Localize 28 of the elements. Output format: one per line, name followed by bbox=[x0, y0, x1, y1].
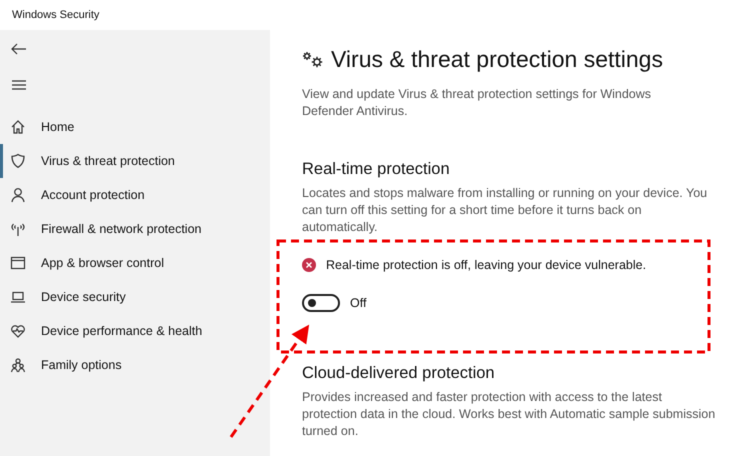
sidebar-item[interactable]: Family options bbox=[0, 348, 270, 382]
section-description: Locates and stops malware from installing or running on your device. You can turn off this setting for a short time before it turns back on automatically. bbox=[302, 185, 708, 236]
heart-icon bbox=[10, 323, 26, 339]
antenna-icon bbox=[10, 221, 26, 237]
sidebar-item[interactable]: Home bbox=[0, 110, 270, 144]
sidebar-item[interactable]: Firewall & network protection bbox=[0, 212, 270, 246]
shield-icon bbox=[10, 153, 26, 169]
gears-icon bbox=[302, 50, 324, 68]
toggle-label: Off bbox=[350, 296, 366, 310]
error-icon bbox=[302, 258, 316, 272]
page-title: Virus & threat protection settings bbox=[331, 46, 663, 73]
people-icon bbox=[10, 357, 26, 373]
sidebar-item[interactable]: Virus & threat protection bbox=[0, 144, 270, 178]
window-title: Windows Security bbox=[12, 9, 100, 21]
home-icon bbox=[10, 119, 26, 135]
person-icon bbox=[10, 187, 26, 203]
section-description: Provides increased and faster protection with access to the latest protection data in the cloud. Works best with Automatic sample submission turned on. bbox=[302, 389, 716, 440]
page-description: View and update Virus & threat protection settings for Windows Defender Antivirus. bbox=[302, 86, 652, 120]
toggle-switch[interactable] bbox=[302, 294, 340, 312]
alert-message: Real-time protection is off, leaving your device vulnerable. bbox=[326, 258, 646, 272]
sidebar-item[interactable]: Device performance & health bbox=[0, 314, 270, 348]
window-icon bbox=[10, 255, 26, 271]
laptop-icon bbox=[10, 289, 26, 305]
section-heading: Real-time protection bbox=[302, 160, 451, 179]
sidebar-item[interactable]: App & browser control bbox=[0, 246, 270, 280]
sidebar-item[interactable]: Account protection bbox=[0, 178, 270, 212]
sidebar-item[interactable]: Device security bbox=[0, 280, 270, 314]
section-heading: Cloud-delivered protection bbox=[302, 364, 496, 383]
